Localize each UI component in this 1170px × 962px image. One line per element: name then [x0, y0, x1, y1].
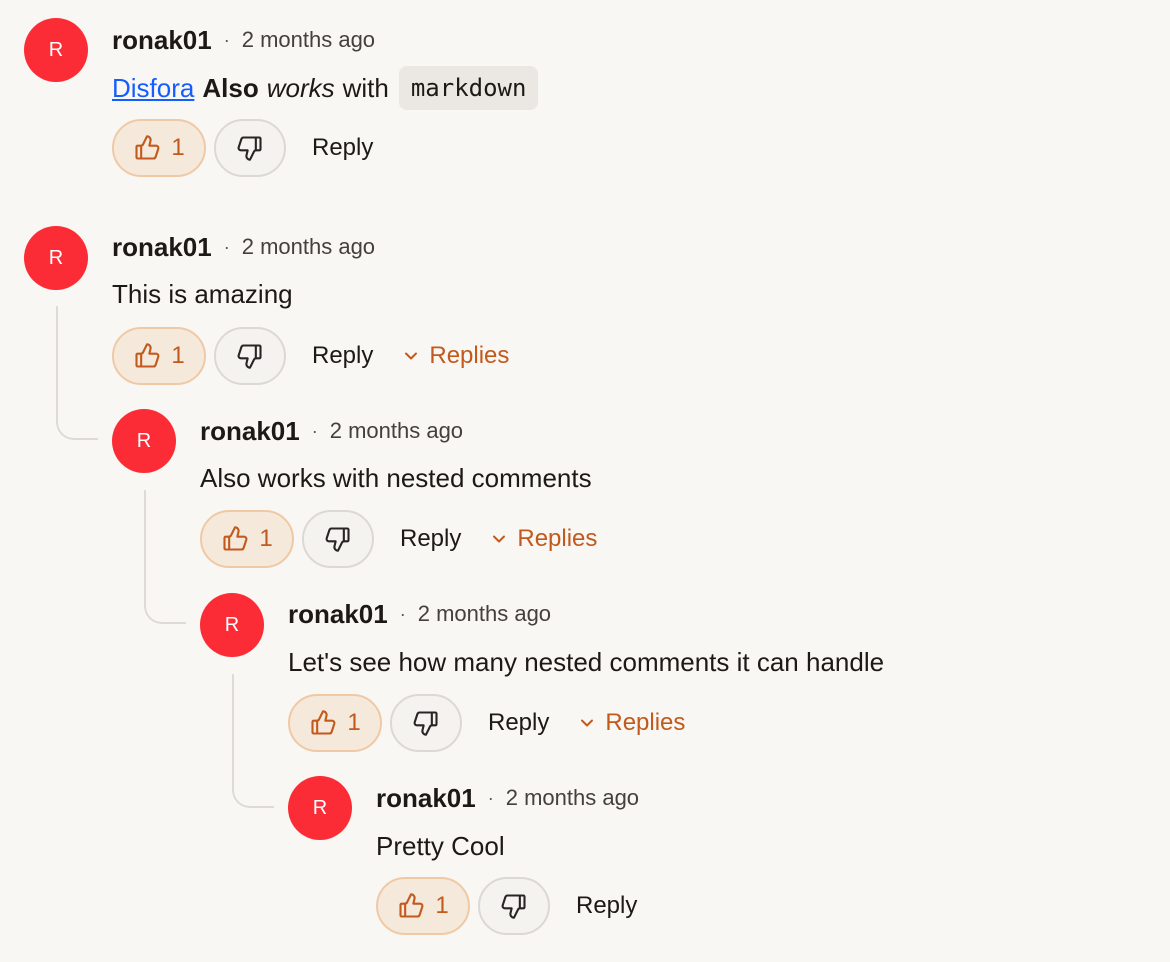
comment-actions: 1 Reply: [112, 118, 373, 178]
like-button[interactable]: 1: [112, 327, 206, 385]
comment-body: This is amazing: [112, 279, 293, 309]
username[interactable]: ronak01: [288, 599, 388, 630]
like-count: 1: [435, 892, 449, 919]
bold-text: Also: [202, 73, 259, 103]
like-count: 1: [171, 342, 185, 369]
italic-text: works: [266, 73, 335, 103]
comment-body: Let's see how many nested comments it ca…: [288, 647, 885, 677]
like-button[interactable]: 1: [200, 510, 294, 568]
dislike-button[interactable]: [478, 877, 550, 935]
thumbs-up-icon: [309, 709, 337, 737]
username[interactable]: ronak01: [376, 783, 476, 814]
dislike-button[interactable]: [214, 327, 286, 385]
comment-body: Disfora Also works with markdown: [112, 66, 539, 110]
thread-connector: [232, 674, 274, 808]
comment-meta: ronak01 · 2 months ago: [376, 778, 639, 818]
avatar[interactable]: R: [200, 593, 264, 657]
comment-meta: ronak01 · 2 months ago: [288, 594, 551, 634]
replies-label: Replies: [517, 525, 598, 552]
thumbs-down-icon: [500, 892, 528, 920]
separator-dot: ·: [487, 787, 494, 808]
reply-button[interactable]: Reply: [576, 886, 637, 926]
comment-meta: ronak01 · 2 months ago: [200, 411, 463, 451]
timestamp: 2 months ago: [505, 785, 640, 810]
markdown-link[interactable]: Disfora: [112, 68, 194, 108]
username[interactable]: ronak01: [112, 232, 212, 263]
toggle-replies-button[interactable]: Replies: [577, 703, 685, 743]
separator-dot: ·: [223, 29, 230, 50]
reply-button[interactable]: Reply: [312, 336, 373, 376]
comment-body: Also works with nested comments: [200, 463, 592, 493]
like-count: 1: [259, 525, 273, 552]
replies-label: Replies: [605, 709, 686, 736]
dislike-button[interactable]: [214, 119, 286, 177]
username[interactable]: ronak01: [112, 25, 212, 56]
thread-connector: [144, 490, 186, 624]
timestamp: 2 months ago: [329, 418, 464, 443]
like-button[interactable]: 1: [112, 119, 206, 177]
chevron-down-icon: [489, 529, 509, 549]
chevron-down-icon: [401, 346, 421, 366]
avatar[interactable]: R: [288, 776, 352, 840]
chevron-down-icon: [577, 713, 597, 733]
thumbs-down-icon: [236, 134, 264, 162]
thumbs-down-icon: [236, 342, 264, 370]
separator-dot: ·: [223, 236, 230, 257]
thumbs-down-icon: [412, 709, 440, 737]
separator-dot: ·: [311, 420, 318, 441]
dislike-button[interactable]: [302, 510, 374, 568]
comment-body: Pretty Cool: [376, 831, 505, 861]
thumbs-up-icon: [133, 134, 161, 162]
comment-actions: 1 Reply Replies: [112, 326, 509, 386]
like-count: 1: [347, 709, 361, 736]
inline-code: markdown: [398, 66, 539, 110]
comment-meta: ronak01 · 2 months ago: [112, 20, 375, 60]
separator-dot: ·: [399, 603, 406, 624]
replies-label: Replies: [429, 342, 510, 369]
toggle-replies-button[interactable]: Replies: [401, 336, 509, 376]
timestamp: 2 months ago: [241, 27, 376, 52]
avatar[interactable]: R: [24, 226, 88, 290]
reply-button[interactable]: Reply: [312, 128, 373, 168]
like-button[interactable]: 1: [376, 877, 470, 935]
thumbs-up-icon: [221, 525, 249, 553]
thread-connector: [56, 306, 98, 440]
like-count: 1: [171, 134, 185, 161]
comment-thread: R ronak01 · 2 months ago Disfora Also work…: [0, 0, 1170, 962]
comment-meta: ronak01 · 2 months ago: [112, 227, 375, 267]
reply-button[interactable]: Reply: [488, 703, 549, 743]
comment-actions: 1 Reply Replies: [200, 509, 597, 569]
thumbs-down-icon: [324, 525, 352, 553]
comment-actions: 1 Reply Replies: [288, 693, 685, 753]
reply-button[interactable]: Reply: [400, 519, 461, 559]
timestamp: 2 months ago: [417, 601, 552, 626]
plain-text: with: [342, 73, 389, 103]
avatar[interactable]: R: [112, 409, 176, 473]
toggle-replies-button[interactable]: Replies: [489, 519, 597, 559]
timestamp: 2 months ago: [241, 234, 376, 259]
thumbs-up-icon: [133, 342, 161, 370]
dislike-button[interactable]: [390, 694, 462, 752]
like-button[interactable]: 1: [288, 694, 382, 752]
username[interactable]: ronak01: [200, 416, 300, 447]
thumbs-up-icon: [397, 892, 425, 920]
avatar[interactable]: R: [24, 18, 88, 82]
comment-actions: 1 Reply: [376, 876, 637, 936]
